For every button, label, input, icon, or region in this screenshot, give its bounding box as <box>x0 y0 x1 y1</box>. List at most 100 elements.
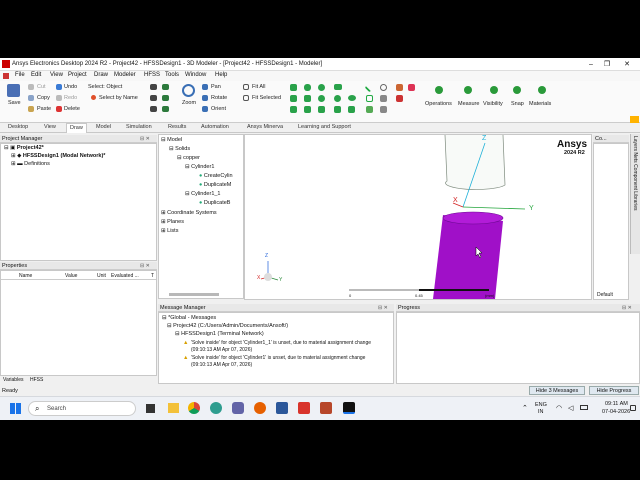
taskbar-date[interactable]: 07-04-2026 <box>602 409 630 415</box>
paste-button[interactable]: Paste <box>37 106 51 112</box>
boolean-icon-2[interactable] <box>408 84 415 91</box>
draw-box-icon[interactable] <box>290 84 297 91</box>
fit-selected-button[interactable]: Fit Selected <box>252 95 281 101</box>
close-icon[interactable]: ✕ <box>620 60 634 69</box>
minimize-icon[interactable]: – <box>584 60 598 69</box>
view-tool-icon-1[interactable] <box>150 84 157 90</box>
draw-rectangle-icon[interactable] <box>334 84 342 90</box>
draw-cone-icon[interactable] <box>304 95 311 102</box>
menu-edit[interactable]: Edit <box>31 72 41 78</box>
tree-item-definitions[interactable]: ⊞ ▬ Definitions <box>11 161 50 167</box>
orient-dropdown[interactable]: Orient <box>211 106 226 112</box>
hide-progress-button[interactable]: Hide Progress <box>589 386 639 395</box>
draw-ellipse-icon[interactable] <box>348 95 356 101</box>
msg-global[interactable]: ⊟ *Global - Messages <box>162 315 216 321</box>
tree-item-lists[interactable]: ⊞ Lists <box>161 228 178 234</box>
windows-start-icon[interactable] <box>10 403 21 414</box>
tab-results[interactable]: Results <box>168 124 186 130</box>
menu-tools[interactable]: Tools <box>165 72 179 78</box>
draw-sphere-icon[interactable] <box>318 84 325 91</box>
operations-button[interactable]: Operations <box>425 101 452 107</box>
draw-curve-icon[interactable] <box>366 106 373 113</box>
draw-polyhedron-icon[interactable] <box>304 106 311 113</box>
draw-regular-polygon-icon[interactable] <box>318 106 325 113</box>
zoom-button-label[interactable]: Zoom <box>182 100 196 106</box>
menu-modeler[interactable]: Modeler <box>114 72 136 78</box>
view-tool-icon-3[interactable] <box>150 95 157 101</box>
pin-icon[interactable]: ⊟ ✕ <box>140 263 150 269</box>
tray-chevron-icon[interactable]: ⌃ <box>522 404 528 412</box>
notification-icon[interactable] <box>630 405 636 411</box>
word-icon[interactable] <box>276 402 288 414</box>
draw-circle-icon[interactable] <box>334 95 341 102</box>
tab-automation[interactable]: Automation <box>201 124 229 130</box>
rotate-dropdown[interactable]: Rotate <box>211 95 227 101</box>
ansys-aedt-icon[interactable] <box>343 402 355 414</box>
boolean-icon[interactable] <box>396 84 403 91</box>
file-explorer-icon[interactable] <box>168 403 179 413</box>
menu-view[interactable]: View <box>50 72 63 78</box>
tab-desktop[interactable]: Desktop <box>8 124 28 130</box>
msg-design[interactable]: ⊟ HFSSDesign1 (Terminal Network) <box>175 331 264 337</box>
menu-hfss[interactable]: HFSS <box>144 72 160 78</box>
volume-icon[interactable]: ◁ <box>568 404 573 412</box>
view-tool-icon-5[interactable] <box>150 106 157 112</box>
tree-item-planes[interactable]: ⊞ Planes <box>161 219 184 225</box>
measure-button[interactable]: Measure <box>458 101 479 107</box>
tree-item-model[interactable]: ⊟ Model <box>161 137 182 143</box>
tree-item-duplicate-mirror[interactable]: ● DuplicateM <box>199 182 231 188</box>
select-by-name-button[interactable]: Select by Name <box>99 95 138 101</box>
side-vertical-tabs[interactable]: Layers Nets Component Libraries <box>630 134 640 254</box>
pin-icon[interactable]: ⊟ ✕ <box>378 305 388 311</box>
draw-polyline-icon[interactable] <box>290 95 297 102</box>
cut-button[interactable]: Cut <box>37 84 46 90</box>
tree-scrollbar[interactable] <box>169 293 219 296</box>
draw-point-icon[interactable] <box>380 95 387 102</box>
taskbar-time[interactable]: 09:11 AM <box>605 401 628 407</box>
zoom-icon[interactable] <box>182 84 195 97</box>
draw-spline-icon[interactable] <box>366 95 373 102</box>
menu-help[interactable]: Help <box>215 72 227 78</box>
settings-gear-icon[interactable] <box>210 402 222 414</box>
menu-project[interactable]: Project <box>68 72 87 78</box>
menu-draw[interactable]: Draw <box>94 72 108 78</box>
tab-variables[interactable]: Variables <box>3 377 23 383</box>
draw-region-icon[interactable] <box>348 106 355 113</box>
draw-line-icon[interactable] <box>364 82 375 93</box>
tree-item-create-cylinder[interactable]: ● CreateCylin <box>199 173 233 179</box>
tree-item-project[interactable]: ⊟ ▣ Project42* <box>4 145 44 151</box>
fit-all-button[interactable]: Fit All <box>252 84 265 90</box>
msg-project[interactable]: ⊟ Project42 (C:/Users/Admin/Documents/An… <box>167 323 288 329</box>
delete-button[interactable]: Delete <box>64 106 80 112</box>
visibility-button[interactable]: Visibility <box>483 101 503 107</box>
menu-app-icon[interactable] <box>3 73 9 79</box>
taskbar-search-box[interactable]: ⌕ Search <box>28 401 136 416</box>
save-icon[interactable] <box>7 84 20 97</box>
materials-button[interactable]: Materials <box>529 101 551 107</box>
pin-icon[interactable]: ⊟ ✕ <box>140 136 150 142</box>
view-tool-icon-4[interactable] <box>162 95 169 101</box>
pin-icon[interactable]: ⊟ ✕ <box>622 305 632 311</box>
menu-window[interactable]: Window <box>185 72 206 78</box>
tree-item-cylinder1[interactable]: ⊟ Cylinder1 <box>185 164 214 170</box>
draw-arc-icon[interactable] <box>380 84 387 91</box>
undo-button[interactable]: Undo <box>64 84 77 90</box>
firefox-icon[interactable] <box>254 402 266 414</box>
tab-model[interactable]: Model <box>96 124 111 130</box>
battery-icon[interactable] <box>580 405 588 410</box>
copy-button[interactable]: Copy <box>37 95 50 101</box>
tab-simulation[interactable]: Simulation <box>126 124 152 130</box>
chrome-icon[interactable] <box>188 402 200 414</box>
draw-helix-icon[interactable] <box>290 106 297 113</box>
save-button-label[interactable]: Save <box>8 100 21 106</box>
msg-warning-2[interactable]: 'Solve inside' for object 'Cylinder1' is… <box>191 355 365 361</box>
taskbar-lang[interactable]: ENG <box>535 402 547 408</box>
modeler-viewport[interactable]: Ansys 2024 R2 Z Y X Z Y X 0 0.45 (mm) <box>244 134 592 300</box>
tree-item-design[interactable]: ⊞ ◆ HFSSDesign1 (Modal Network)* <box>11 153 105 159</box>
tree-item-copper[interactable]: ⊟ copper <box>177 155 200 161</box>
side-vtabs-label[interactable]: Layers Nets Component Libraries <box>632 136 638 210</box>
teams-icon[interactable] <box>232 402 244 414</box>
draw-torus-icon[interactable] <box>318 95 325 102</box>
draw-cylinder-icon[interactable] <box>304 84 311 91</box>
tab-learning-support[interactable]: Learning and Support <box>298 124 351 130</box>
